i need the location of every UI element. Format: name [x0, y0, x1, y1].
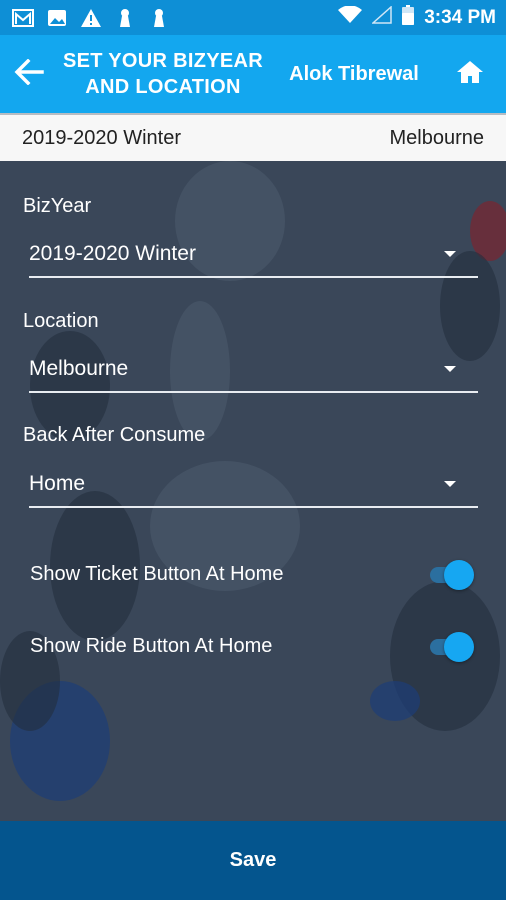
location-label: Location	[23, 310, 99, 332]
show-ride-button-toggle[interactable]	[430, 631, 474, 662]
page-title-line2: AND LOCATION	[85, 76, 241, 98]
wifi-icon	[338, 4, 363, 30]
summary-location: Melbourne	[389, 126, 484, 149]
back-after-consume-select[interactable]: Home	[29, 462, 478, 508]
home-icon	[456, 60, 484, 89]
back-after-consume-label: Back After Consume	[23, 424, 206, 446]
save-button[interactable]: Save	[0, 821, 506, 900]
user-name: Alok Tibrewal	[289, 62, 419, 85]
system-status: 3:34 PM	[338, 4, 496, 31]
image-icon	[46, 8, 68, 28]
home-button[interactable]	[434, 35, 506, 113]
battery-icon	[402, 4, 415, 31]
page-title: SET YOUR BIZYEAR AND LOCATION	[58, 48, 268, 100]
show-ticket-button-row: Show Ticket Button At Home	[30, 554, 474, 594]
bizyear-select[interactable]: 2019-2020 Winter	[29, 232, 478, 278]
back-button[interactable]	[0, 35, 58, 113]
back-after-consume-select-value: Home	[29, 472, 86, 495]
show-ride-button-label: Show Ride Button At Home	[30, 634, 273, 657]
toggle-thumb	[444, 560, 474, 590]
clock-time: 3:34 PM	[424, 6, 496, 28]
chevron-down-icon	[444, 366, 456, 372]
back-arrow-icon	[14, 58, 44, 90]
show-ticket-button-label: Show Ticket Button At Home	[30, 562, 284, 585]
selection-summary-bar: 2019-2020 Winter Melbourne	[0, 113, 506, 161]
keyhole-icon	[114, 8, 136, 28]
notification-icons	[12, 8, 170, 28]
save-button-label: Save	[229, 849, 277, 871]
bizyear-select-value: 2019-2020 Winter	[29, 242, 196, 265]
chevron-down-icon	[444, 251, 456, 257]
toggle-thumb	[444, 632, 474, 662]
location-select[interactable]: Melbourne	[29, 347, 478, 393]
page-title-line1: SET YOUR BIZYEAR	[62, 50, 263, 72]
bizyear-label: BizYear	[23, 195, 92, 217]
keyhole-icon	[148, 8, 170, 28]
chevron-down-icon	[444, 481, 456, 487]
settings-form: BizYear 2019-2020 Winter Location Melbou…	[0, 161, 506, 821]
gmail-icon	[12, 8, 34, 28]
summary-bizyear: 2019-2020 Winter	[22, 126, 181, 149]
location-select-value: Melbourne	[29, 357, 129, 380]
show-ride-button-row: Show Ride Button At Home	[30, 626, 474, 666]
signal-icon	[371, 4, 392, 30]
status-bar: 3:34 PM	[0, 0, 506, 35]
show-ticket-button-toggle[interactable]	[430, 559, 474, 590]
warning-icon	[80, 8, 102, 28]
app-header: SET YOUR BIZYEAR AND LOCATION Alok Tibre…	[0, 35, 506, 113]
